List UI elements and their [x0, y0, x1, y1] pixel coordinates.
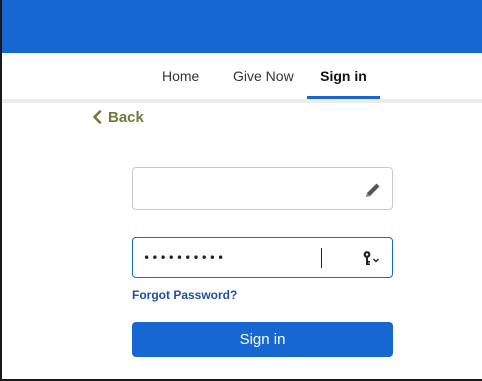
login-page: Home Give Now Sign in Back •••••••••• Fo…	[0, 0, 482, 381]
nav-bar: Home Give Now Sign in	[2, 53, 482, 103]
username-input[interactable]	[143, 168, 353, 209]
password-field[interactable]	[132, 237, 393, 278]
chevron-left-icon	[92, 110, 102, 124]
text-caret	[321, 248, 322, 268]
forgot-password-link[interactable]: Forgot Password?	[132, 288, 237, 302]
username-field[interactable]	[132, 167, 393, 210]
nav-give-now[interactable]: Give Now	[233, 53, 294, 99]
header-bar	[2, 0, 482, 53]
nav-sign-in[interactable]: Sign in	[307, 53, 380, 99]
back-link[interactable]: Back	[92, 106, 144, 128]
pencil-icon	[363, 180, 383, 200]
key-icon[interactable]	[362, 250, 382, 266]
nav-home[interactable]: Home	[162, 53, 199, 99]
sign-in-button[interactable]: Sign in	[132, 322, 393, 357]
back-label: Back	[108, 108, 144, 126]
